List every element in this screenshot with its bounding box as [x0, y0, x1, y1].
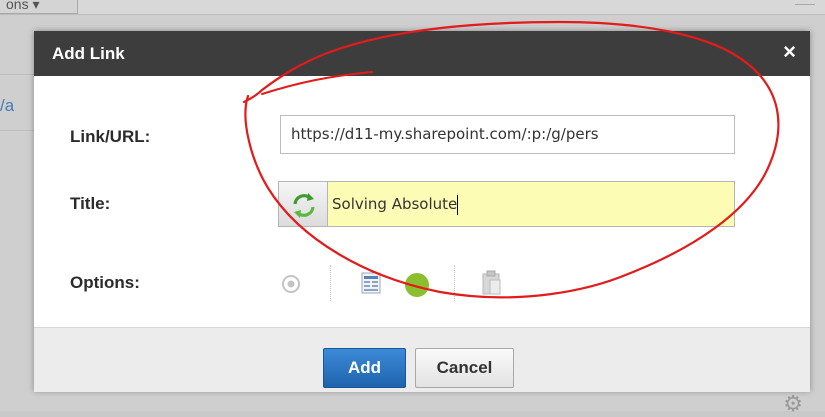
- url-input[interactable]: https://d11-my.sharepoint.com/:p:/g/pers: [280, 115, 735, 154]
- text-caret: [457, 194, 459, 215]
- background-divider: [795, 4, 815, 13]
- options-divider: [454, 265, 455, 301]
- background-toolbar: [0, 0, 825, 15]
- refresh-icon: [293, 193, 315, 218]
- refresh-title-button[interactable]: [278, 181, 328, 227]
- dialog-title: Add Link: [52, 44, 125, 63]
- background-divider: [0, 74, 34, 75]
- dialog-header: Add Link ×: [34, 31, 810, 76]
- clipboard-icon[interactable]: [481, 269, 503, 297]
- green-dot-icon[interactable]: [404, 272, 430, 298]
- title-value: Solving Absolute: [332, 195, 458, 213]
- url-value: https://d11-my.sharepoint.com/:p:/g/pers: [291, 125, 599, 143]
- options-label: Options:: [70, 273, 140, 292]
- dialog-footer: Add Cancel: [34, 327, 810, 392]
- document-icon[interactable]: [360, 271, 382, 295]
- cancel-button[interactable]: Cancel: [415, 348, 514, 388]
- radio-target-icon[interactable]: [281, 274, 301, 294]
- add-link-dialog: Add Link × Link/URL: https://d11-my.shar…: [34, 31, 810, 392]
- background-divider: [0, 130, 34, 131]
- url-label: Link/URL:: [70, 127, 151, 146]
- title-label: Title:: [70, 194, 111, 213]
- add-button[interactable]: Add: [323, 348, 406, 388]
- gear-icon: ⚙: [783, 391, 803, 416]
- title-input[interactable]: Solving Absolute: [327, 181, 735, 227]
- close-icon[interactable]: ×: [783, 40, 796, 64]
- background-options-tab[interactable]: ons ▾: [0, 0, 78, 14]
- options-divider: [330, 265, 331, 301]
- background-link-fragment[interactable]: /a: [0, 96, 14, 116]
